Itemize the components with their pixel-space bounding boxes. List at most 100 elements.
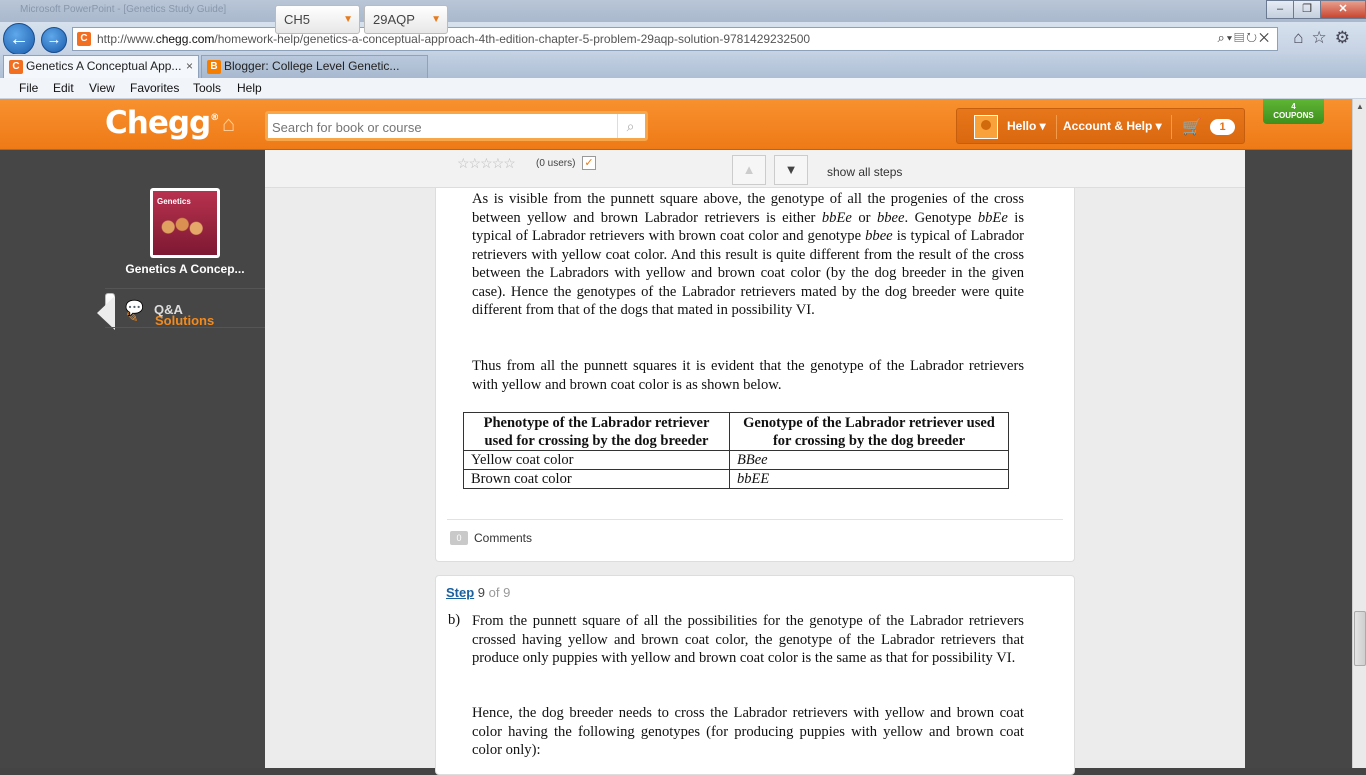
step9-paragraph-2: Hence, the dog breeder needs to cross th… bbox=[472, 705, 1024, 758]
coupons-label: COUPONS bbox=[1273, 111, 1314, 120]
step-total: of 9 bbox=[488, 585, 511, 600]
table-cell: Brown coat color bbox=[463, 469, 730, 489]
window-titlebar: Microsoft PowerPoint - [Genetics Study G… bbox=[0, 0, 1366, 22]
book-cover-image: Genetics bbox=[153, 191, 217, 255]
book-cover-text: Genetics bbox=[157, 197, 191, 206]
menu-help[interactable]: Help bbox=[237, 81, 262, 95]
scroll-up-icon[interactable]: ▲ bbox=[1353, 99, 1366, 115]
arrow-up-icon: ▲ bbox=[742, 162, 756, 177]
book-cover[interactable]: Genetics bbox=[150, 188, 220, 258]
problem-select[interactable]: 29AQP ▼ bbox=[364, 5, 448, 34]
sidebar-item-label: Q&A bbox=[154, 302, 183, 317]
rating-stars[interactable]: ☆☆☆☆☆ bbox=[457, 155, 516, 172]
site-header: Chegg® ⌂ ⌕ Hello ▾ Account & Help ▾ 🛒 1 bbox=[0, 99, 1352, 150]
divider bbox=[1056, 115, 1057, 139]
forward-button[interactable]: → bbox=[41, 27, 67, 53]
site-favicon-icon: C bbox=[77, 32, 91, 46]
tab-bar: C Genetics A Conceptual App... × B Blogg… bbox=[0, 54, 1366, 78]
menu-bar: File Edit View Favorites Tools Help bbox=[0, 78, 1366, 99]
menu-view[interactable]: View bbox=[89, 81, 115, 95]
back-arrow-icon: ← bbox=[9, 28, 29, 50]
hello-menu[interactable]: Hello ▾ bbox=[1007, 119, 1046, 133]
show-all-steps-link[interactable]: show all steps bbox=[827, 165, 902, 179]
browser-toolbar-icons: ⌂☆⚙ bbox=[1293, 28, 1358, 48]
tab-genetics[interactable]: C Genetics A Conceptual App... × bbox=[3, 55, 199, 78]
book-title[interactable]: Genetics A Concep... bbox=[105, 262, 265, 276]
chegg-logo[interactable]: Chegg® bbox=[105, 105, 219, 141]
account-bar: Hello ▾ Account & Help ▾ 🛒 1 bbox=[956, 108, 1245, 144]
divider bbox=[1171, 115, 1172, 139]
browser-navbar: ← → C http://www.chegg.com/homework-help… bbox=[0, 22, 1366, 55]
url-domain: chegg.com bbox=[155, 32, 215, 46]
menu-file[interactable]: File bbox=[19, 81, 38, 95]
tab-label: Genetics A Conceptual App... bbox=[26, 59, 182, 73]
chapter-select[interactable]: CH5 ▼ bbox=[275, 5, 360, 34]
genotype-table: Phenotype of the Labrador retriever used… bbox=[463, 412, 1009, 489]
coupons-count: 4 bbox=[1291, 102, 1296, 111]
cover-art bbox=[157, 214, 213, 240]
search-icon[interactable]: ⌕ bbox=[1217, 30, 1226, 45]
url-path: /homework-help/genetics-a-conceptual-app… bbox=[214, 32, 811, 46]
home-icon[interactable]: ⌂ bbox=[222, 113, 246, 135]
address-bar[interactable]: C http://www.chegg.com/homework-help/gen… bbox=[72, 27, 1278, 51]
genotype-value: BBee bbox=[737, 452, 768, 468]
comments-link[interactable]: Comments bbox=[474, 531, 532, 545]
scroll-thumb[interactable] bbox=[1354, 611, 1366, 666]
table-row: Brown coat color bbEE bbox=[463, 469, 1009, 489]
compat-icon[interactable]: ▤ bbox=[1234, 30, 1246, 45]
close-window-button[interactable]: ✕ bbox=[1320, 0, 1366, 19]
favorites-star-icon[interactable]: ☆ bbox=[1312, 28, 1335, 47]
chevron-down-icon: ▼ bbox=[343, 14, 353, 25]
vertical-scrollbar[interactable]: ▲ bbox=[1352, 99, 1366, 768]
menu-tools[interactable]: Tools bbox=[193, 81, 221, 95]
table-header: Genotype of the Labrador retriever used … bbox=[729, 412, 1009, 451]
stop-icon[interactable]: ✕ bbox=[1259, 30, 1271, 45]
step-number: 9 bbox=[477, 585, 486, 600]
prev-step-button[interactable]: ▲ bbox=[732, 155, 766, 185]
rating-users: (0 users) bbox=[536, 158, 576, 169]
table-cell: Yellow coat color bbox=[463, 450, 730, 470]
cart-icon[interactable]: 🛒 bbox=[1182, 117, 1202, 137]
comment-count-icon[interactable]: 0 bbox=[450, 531, 468, 545]
right-gutter bbox=[1245, 150, 1352, 768]
part-marker: b) bbox=[448, 612, 461, 628]
qa-icon: 💬 bbox=[125, 300, 144, 317]
next-step-button[interactable]: ▼ bbox=[774, 155, 808, 185]
url-prefix: http://www. bbox=[97, 32, 156, 46]
menu-favorites[interactable]: Favorites bbox=[130, 81, 179, 95]
cart-count-badge: 1 bbox=[1210, 119, 1235, 135]
tab-label: Blogger: College Level Genetic... bbox=[224, 59, 400, 73]
logo-text: Chegg bbox=[105, 105, 211, 141]
sidebar bbox=[0, 150, 265, 768]
avatar[interactable] bbox=[974, 115, 998, 139]
step-link[interactable]: Step bbox=[446, 585, 474, 600]
chegg-favicon-icon: C bbox=[9, 60, 23, 74]
tab-blogger[interactable]: B Blogger: College Level Genetic... bbox=[201, 55, 428, 78]
table-cell: BBee bbox=[729, 450, 1009, 470]
menu-edit[interactable]: Edit bbox=[53, 81, 74, 95]
account-help-menu[interactable]: Account & Help ▾ bbox=[1063, 119, 1162, 133]
genotype-value: bbEE bbox=[737, 471, 770, 487]
minimize-button[interactable]: – bbox=[1266, 0, 1294, 19]
step9-paragraph-1: From the punnett square of all the possi… bbox=[472, 613, 1024, 666]
settings-gear-icon[interactable]: ⚙ bbox=[1335, 28, 1358, 47]
problem-value: 29AQP bbox=[373, 12, 415, 27]
search-input[interactable] bbox=[272, 117, 617, 137]
step8-paragraph-1: As is visible from the punnett square ab… bbox=[472, 191, 1025, 318]
chevron-down-icon: ▼ bbox=[431, 14, 441, 25]
chapter-value: CH5 bbox=[284, 12, 311, 27]
sidebar-nav: ✎ Solutions 💬 Q&A bbox=[97, 288, 265, 330]
back-button[interactable]: ← bbox=[3, 23, 35, 55]
coupons-tab[interactable]: 4 COUPONS bbox=[1263, 99, 1324, 124]
search-icon[interactable]: ⌕ bbox=[617, 114, 643, 138]
step-label: Step 9 of 9 bbox=[446, 585, 510, 600]
home-icon[interactable]: ⌂ bbox=[1293, 28, 1311, 47]
sidebar-item-qa[interactable]: 💬 Q&A bbox=[105, 288, 265, 328]
checkmark-icon[interactable]: ✓ bbox=[582, 156, 596, 170]
window-title: Microsoft PowerPoint - [Genetics Study G… bbox=[20, 4, 227, 15]
forward-arrow-icon: → bbox=[46, 31, 62, 48]
refresh-icon[interactable]: ↻ bbox=[1246, 30, 1259, 45]
close-tab-icon[interactable]: × bbox=[186, 56, 193, 77]
search-box: ⌕ bbox=[265, 111, 648, 141]
maximize-button[interactable]: ❐ bbox=[1293, 0, 1321, 19]
